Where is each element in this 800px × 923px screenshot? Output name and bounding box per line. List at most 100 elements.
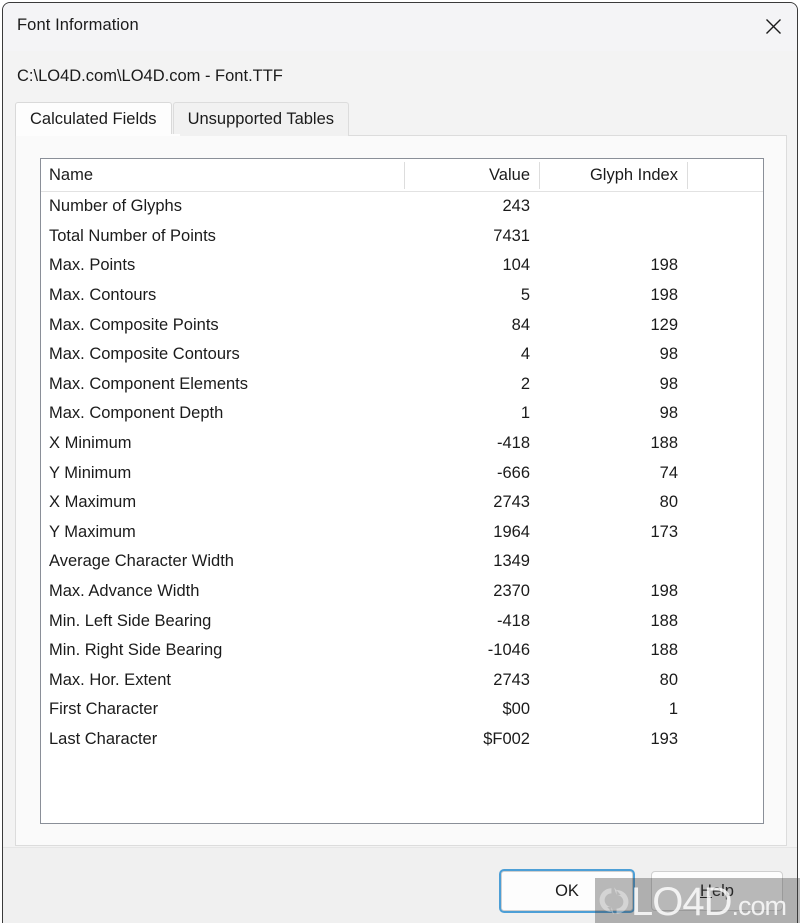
cell-name: Max. Component Elements [49, 374, 249, 393]
table-row[interactable]: Max. Hor. Extent 2743 80 [41, 666, 763, 696]
table-row[interactable]: Max. Composite Points 84 129 [41, 310, 763, 340]
help-label-rest: elp [711, 881, 734, 900]
table-row[interactable]: Max. Points 104 198 [41, 251, 763, 281]
cell-value: 4 [520, 345, 530, 364]
cell-value: 243 [502, 197, 530, 216]
cell-value: 84 [511, 315, 530, 334]
title-bar: Font Information [3, 3, 797, 51]
cell-glyph-index: 74 [659, 463, 678, 482]
cell-glyph-index: 98 [659, 345, 678, 364]
cell-glyph-index [539, 222, 687, 252]
cell-spacer [687, 310, 763, 340]
cell-value: 1964 [493, 522, 530, 541]
table-row[interactable]: Max. Composite Contours 4 98 [41, 340, 763, 370]
table-row[interactable]: Last Character $F002 193 [41, 725, 763, 755]
cell-spacer [687, 251, 763, 281]
table-row[interactable]: Number of Glyphs 243 [41, 192, 763, 222]
cell-name: X Maximum [49, 493, 137, 512]
cell-spacer [687, 518, 763, 548]
cell-spacer [687, 606, 763, 636]
ok-button-label: OK [555, 881, 579, 900]
table-row[interactable]: Y Minimum -666 74 [41, 458, 763, 488]
table-row[interactable]: Y Maximum 1964 173 [41, 518, 763, 548]
cell-glyph-index: 80 [659, 493, 678, 512]
font-information-window: Font Information C:\LO4D.com\LO4D.com - … [2, 2, 798, 923]
cell-name: X Minimum [49, 434, 132, 453]
cell-value: 7431 [493, 226, 530, 245]
tab-calculated-fields-label: Calculated Fields [30, 110, 157, 128]
cell-value: -418 [496, 434, 530, 453]
help-accelerator: H [700, 881, 712, 900]
cell-name: Max. Hor. Extent [49, 670, 171, 689]
tab-calculated-fields[interactable]: Calculated Fields [15, 102, 172, 136]
cell-glyph-index: 188 [650, 611, 678, 630]
cell-name: First Character [49, 700, 159, 719]
cell-name: Y Maximum [49, 522, 136, 541]
cell-glyph-index: 198 [650, 286, 678, 305]
table-row[interactable]: X Minimum -418 188 [41, 429, 763, 459]
cell-value: 104 [502, 256, 530, 275]
tab-unsupported-tables-label: Unsupported Tables [187, 110, 335, 128]
column-header-glyph-index[interactable]: Glyph Index [539, 159, 687, 192]
cell-value: 5 [520, 286, 530, 305]
active-tab-seam [16, 134, 180, 136]
cell-glyph-index: 98 [659, 374, 678, 393]
table-row[interactable]: Max. Component Depth 1 98 [41, 399, 763, 429]
cell-name: Total Number of Points [49, 226, 216, 245]
cell-spacer [687, 577, 763, 607]
table-row[interactable]: Total Number of Points 7431 [41, 222, 763, 252]
cell-spacer [687, 222, 763, 252]
tab-panel-calculated-fields: Name Value Glyph Index Number of Glyphs 2… [15, 135, 787, 846]
cell-glyph-index: 80 [659, 670, 678, 689]
cell-value: -418 [496, 611, 530, 630]
table-row[interactable]: First Character $00 1 [41, 695, 763, 725]
close-icon[interactable] [750, 3, 797, 50]
table-row[interactable]: X Maximum 2743 80 [41, 488, 763, 518]
listview-header: Name Value Glyph Index [41, 159, 763, 192]
cell-name: Y Minimum [49, 463, 132, 482]
cell-spacer [687, 399, 763, 429]
table-row[interactable]: Max. Advance Width 2370 198 [41, 577, 763, 607]
calculated-fields-listview[interactable]: Name Value Glyph Index Number of Glyphs 2… [40, 158, 764, 824]
cell-value: $00 [502, 700, 530, 719]
cell-name: Min. Left Side Bearing [49, 611, 212, 630]
cell-glyph-index: 198 [650, 582, 678, 601]
cell-glyph-index: 129 [650, 315, 678, 334]
cell-glyph-index: 198 [650, 256, 678, 275]
cell-glyph-index: 188 [650, 434, 678, 453]
cell-name: Max. Composite Contours [49, 345, 240, 364]
cell-name: Max. Contours [49, 286, 157, 305]
cell-value: -1046 [487, 641, 530, 660]
cell-name: Last Character [49, 729, 158, 748]
cell-glyph-index: 98 [659, 404, 678, 423]
cell-glyph-index [539, 192, 687, 222]
table-row[interactable]: Max. Contours 5 198 [41, 281, 763, 311]
cell-spacer [687, 636, 763, 666]
table-row[interactable]: Min. Left Side Bearing -418 188 [41, 606, 763, 636]
cell-spacer [687, 192, 763, 222]
cell-spacer [687, 370, 763, 400]
cell-glyph-index: 193 [650, 729, 678, 748]
tab-unsupported-tables[interactable]: Unsupported Tables [172, 102, 350, 136]
cell-value: $F002 [483, 729, 530, 748]
column-header-value[interactable]: Value [404, 159, 539, 192]
cell-spacer [687, 281, 763, 311]
cell-spacer [687, 340, 763, 370]
cell-value: 2743 [493, 670, 530, 689]
ok-button[interactable]: OK [501, 871, 633, 911]
cell-name: Max. Points [49, 256, 136, 275]
listview-body: Number of Glyphs 243 Total Number of Point… [41, 192, 763, 754]
cell-value: 2 [520, 374, 530, 393]
cell-spacer [687, 458, 763, 488]
window-title: Font Information [17, 16, 139, 34]
cell-value: 2743 [493, 493, 530, 512]
cell-name: Max. Composite Points [49, 315, 219, 334]
column-header-name[interactable]: Name [41, 159, 404, 192]
cell-value: 1349 [493, 552, 530, 571]
cell-spacer [687, 488, 763, 518]
table-row[interactable]: Min. Right Side Bearing -1046 188 [41, 636, 763, 666]
dialog-footer: OK Help [3, 847, 797, 923]
table-row[interactable]: Average Character Width 1349 [41, 547, 763, 577]
table-row[interactable]: Max. Component Elements 2 98 [41, 370, 763, 400]
help-button[interactable]: Help [651, 871, 783, 911]
